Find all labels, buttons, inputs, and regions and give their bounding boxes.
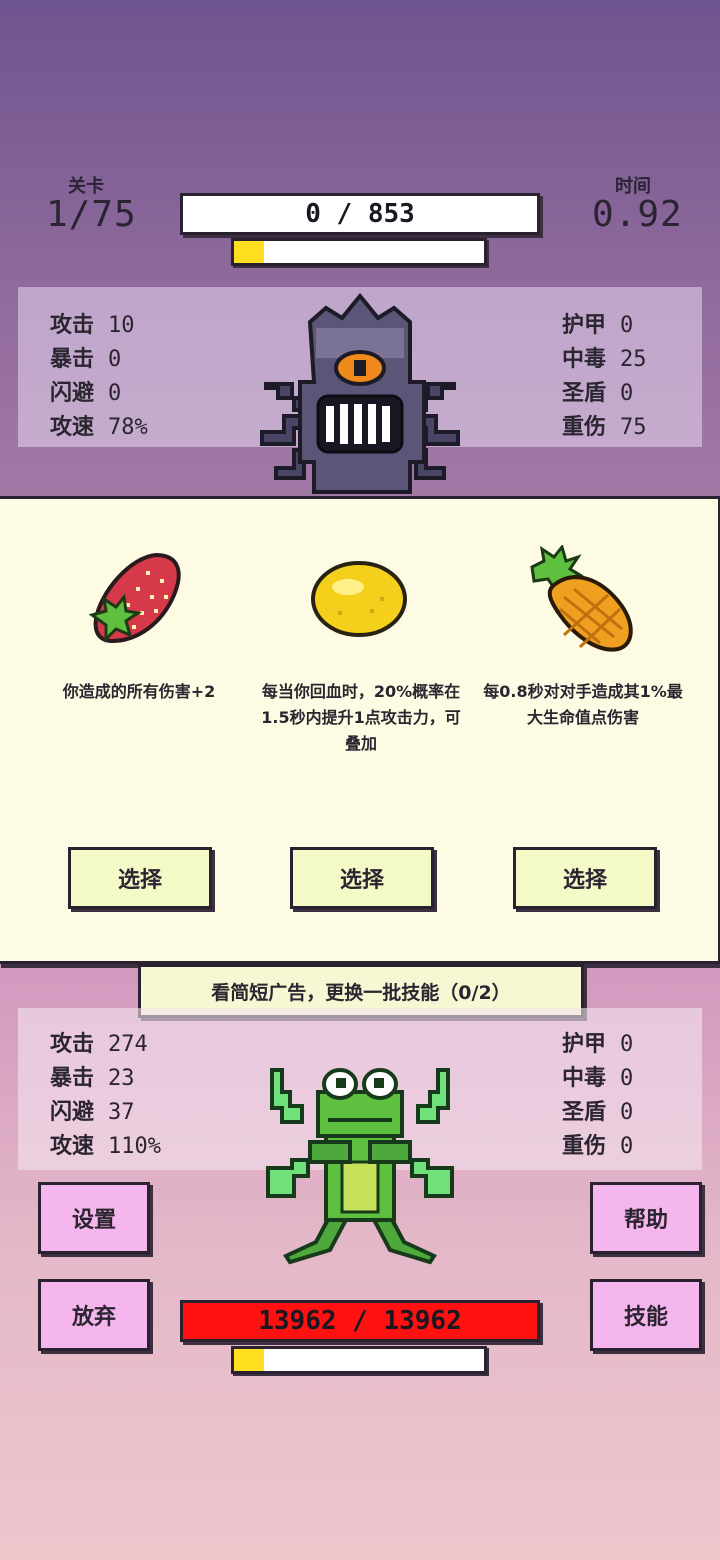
help-button[interactable]: 帮助 [590, 1182, 702, 1254]
lemon-icon [311, 561, 407, 637]
skills-button[interactable]: 技能 [590, 1279, 702, 1351]
player-stat-poison: 中毒 0 [562, 1066, 634, 1091]
choice-3-description: 每0.8秒对对手造成其1%最大生命值点伤害 [483, 682, 683, 727]
select-choice-3-button[interactable]: 选择 [513, 847, 657, 909]
choice-2-description: 每当你回血时，20%概率在1.5秒内提升1点攻击力，可叠加 [261, 682, 461, 753]
enemy-stat-wound: 重伤 75 [562, 415, 647, 440]
player-charge-fill [234, 1349, 264, 1371]
settings-button[interactable]: 设置 [38, 1182, 150, 1254]
enemy-stat-speed: 攻速 78% [50, 415, 148, 440]
player-stat-armor: 护甲 0 [562, 1032, 634, 1057]
player-hp-bar: 13962 / 13962 [180, 1300, 540, 1342]
give-up-button[interactable]: 放弃 [38, 1279, 150, 1351]
enemy-charge-fill [234, 241, 264, 263]
select-choice-2-button[interactable]: 选择 [290, 847, 434, 909]
player-hp-text: 13962 / 13962 [258, 1306, 462, 1336]
choice-1-description: 你造成的所有伤害+2 [62, 682, 216, 701]
player-stat-wound: 重伤 0 [562, 1134, 634, 1159]
enemy-stat-shield: 圣盾 0 [562, 381, 634, 406]
enemy-stat-attack: 攻击 10 [50, 313, 135, 338]
enemy-stat-poison: 中毒 25 [562, 347, 647, 372]
pineapple-icon [530, 545, 633, 652]
player-charge-bar [231, 1346, 487, 1374]
skill-choice-panel: 你造成的所有伤害+2 每当你回血时，20%概率在1.5秒内提升1点攻击力，可叠加… [0, 496, 720, 964]
enemy-stat-dodge: 闪避 0 [50, 381, 122, 406]
enemy-stat-armor: 护甲 0 [562, 313, 634, 338]
enemy-stat-crit: 暴击 0 [50, 347, 122, 372]
enemy-hp-text: 0 / 853 [305, 199, 415, 229]
player-stat-attack: 攻击 274 [50, 1032, 148, 1057]
enemy-charge-bar [231, 238, 487, 266]
player-stat-speed: 攻速 110% [50, 1134, 161, 1159]
enemy-monster-sprite [260, 292, 460, 494]
level-value: 1/75 [46, 194, 137, 235]
player-stat-shield: 圣盾 0 [562, 1100, 634, 1125]
player-stat-crit: 暴击 23 [50, 1066, 135, 1091]
player-stat-dodge: 闪避 37 [50, 1100, 135, 1125]
strawberry-icon [88, 552, 181, 644]
enemy-hp-bar: 0 / 853 [180, 193, 540, 235]
time-value: 0.92 [592, 194, 683, 235]
player-frog-sprite [266, 1068, 454, 1265]
select-choice-1-button[interactable]: 选择 [68, 847, 212, 909]
